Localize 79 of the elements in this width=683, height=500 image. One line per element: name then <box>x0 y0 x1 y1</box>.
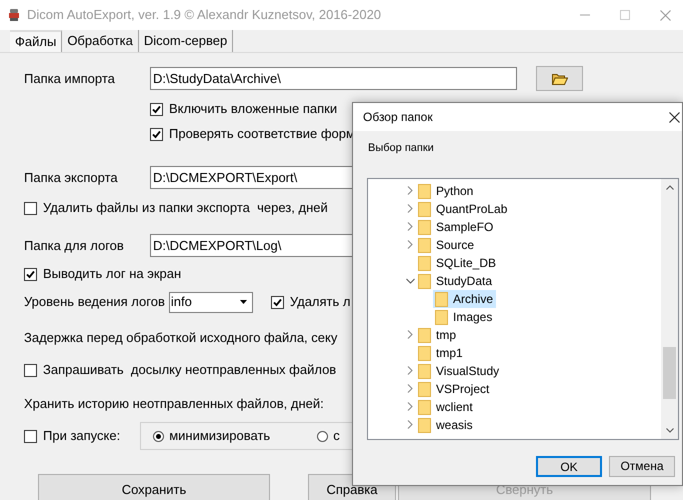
dropdown-arrow-icon <box>240 300 247 304</box>
radio-button[interactable] <box>317 430 328 442</box>
checkbox-label: Запрашивать досылку неотправленных файлов <box>43 361 336 380</box>
tree-item[interactable]: tmp1 <box>416 344 466 362</box>
checkbox-label: Удалять л <box>290 293 350 312</box>
dialog-button[interactable]: OK <box>536 456 602 476</box>
dialog-button[interactable]: Отмена <box>609 456 675 476</box>
action-button[interactable]: Сохранить <box>38 474 270 500</box>
tree-item[interactable]: StudyData <box>416 272 496 290</box>
tree-item[interactable]: VSProject <box>416 380 492 398</box>
chevron-right-icon[interactable] <box>407 330 413 339</box>
scroll-up-icon[interactable] <box>666 184 674 190</box>
field-label: Уровень ведения логов <box>24 293 165 312</box>
checkbox-label: При запуске: <box>43 427 120 446</box>
path-field[interactable]: D:\StudyData\Archive\ <box>150 67 517 90</box>
folder-icon <box>418 182 431 198</box>
checkbox[interactable] <box>270 296 284 308</box>
close-icon[interactable] <box>669 112 680 122</box>
tree-item[interactable]: Source <box>416 236 478 254</box>
chevron-right-icon[interactable] <box>407 240 413 249</box>
folder-icon <box>418 398 431 414</box>
folder-icon <box>418 380 431 396</box>
delay-label: Задержка перед обработкой исходного файла, секу <box>24 329 338 347</box>
tree-item[interactable]: VisualStudy <box>416 362 502 380</box>
tree-item[interactable]: wclient <box>416 398 476 416</box>
tab[interactable]: Файлы <box>10 30 62 52</box>
chevron-right-icon[interactable] <box>407 186 413 195</box>
tree-item[interactable]: Archive <box>433 290 496 308</box>
folder-icon <box>418 200 431 216</box>
checkbox[interactable] <box>24 202 37 214</box>
folder-icon <box>418 344 431 360</box>
checkbox[interactable] <box>24 364 37 376</box>
log-level-dropdown[interactable]: info <box>168 292 253 312</box>
scroll-down-icon[interactable] <box>666 428 674 432</box>
checkbox[interactable] <box>150 128 163 140</box>
tree-item[interactable]: QuantProLab <box>416 200 510 218</box>
folder-icon <box>418 254 431 270</box>
field-label: Папка экспорта <box>24 168 119 187</box>
app-icon <box>8 8 20 22</box>
chevron-right-icon[interactable] <box>407 222 413 231</box>
open-folder-icon <box>552 72 568 85</box>
folder-icon <box>435 308 448 324</box>
window-title: Dicom AutoExport, ver. 1.9 © Alexandr Kuznetsov, 2016-2020 <box>27 6 382 24</box>
scrollbar[interactable] <box>661 178 678 438</box>
checkbox-label: Включить вложенные папки <box>169 100 338 118</box>
browse-button[interactable] <box>536 66 583 91</box>
checkbox[interactable] <box>150 102 163 116</box>
tree-item[interactable]: weasis <box>416 416 476 434</box>
folder-icon <box>418 326 431 342</box>
radio-label: с <box>333 427 340 446</box>
tree-item[interactable]: tmp <box>416 326 460 344</box>
field-label: Папка для логов <box>24 236 125 255</box>
folder-icon <box>418 272 431 288</box>
checkbox-label: Удалить файлы из папки экспорта через, дней <box>43 199 328 218</box>
history-label: Хранить историю неотправленных файлов, дней: <box>24 395 324 413</box>
checkbox-label: Выводить лог на экран <box>43 265 182 284</box>
radio-button[interactable] <box>153 430 164 442</box>
chevron-right-icon[interactable] <box>407 402 413 411</box>
folder-icon <box>418 362 431 378</box>
folder-icon <box>418 416 431 432</box>
scrollbar-thumb[interactable] <box>663 346 676 398</box>
checkbox[interactable] <box>24 430 37 442</box>
folder-icon <box>435 290 448 306</box>
chevron-right-icon[interactable] <box>407 366 413 375</box>
tree-item[interactable]: Images <box>433 308 496 326</box>
radio-label: минимизировать <box>169 427 270 446</box>
folder-icon <box>418 218 431 234</box>
field-label: Папка импорта <box>24 70 116 88</box>
tree-item[interactable]: SQLite_DB <box>416 254 500 272</box>
dialog-prompt: Выбор папки <box>368 141 435 156</box>
dialog-title: Обзор папок <box>363 109 433 126</box>
tree-item[interactable]: Python <box>416 182 476 200</box>
chevron-right-icon[interactable] <box>407 420 413 429</box>
folder-icon <box>418 236 431 252</box>
checkbox[interactable] <box>24 268 37 280</box>
chevron-right-icon[interactable] <box>407 204 413 213</box>
tree-item[interactable]: SampleFO <box>416 218 496 236</box>
chevron-down-icon[interactable] <box>406 278 414 284</box>
chevron-right-icon[interactable] <box>407 384 413 393</box>
